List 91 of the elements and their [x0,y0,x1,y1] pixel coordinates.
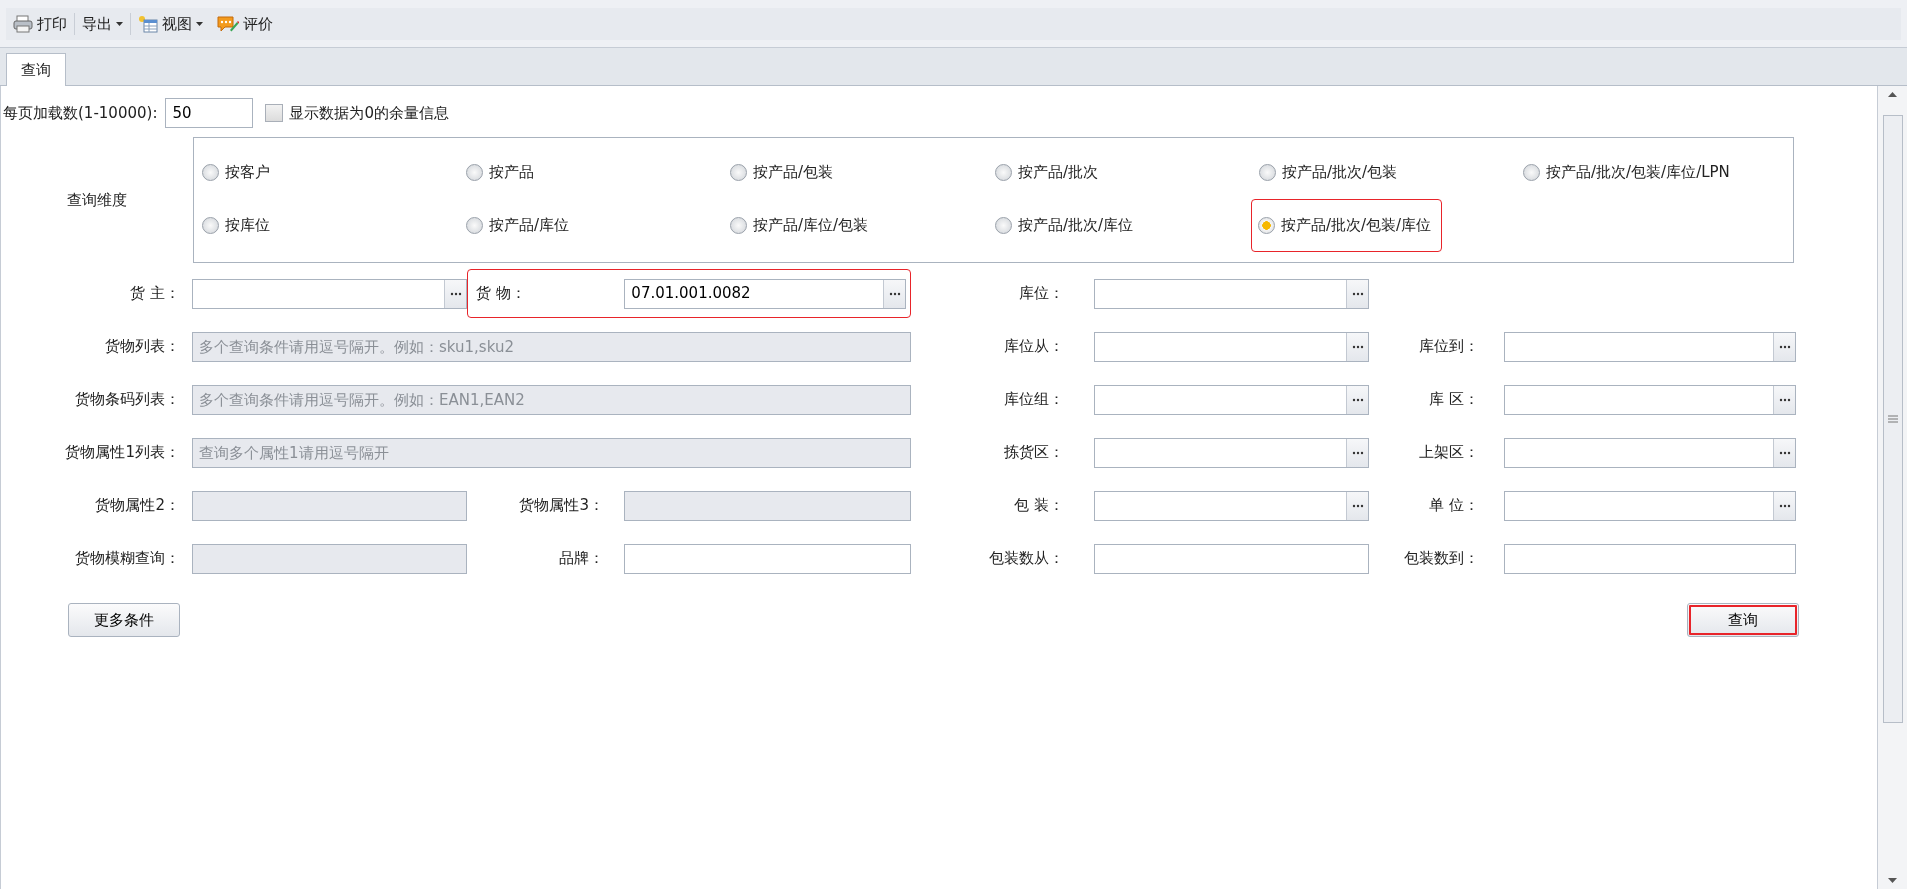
radio-label[interactable]: 按客户 [225,161,270,184]
table-icon [138,15,158,33]
dropdown-button[interactable]: 视图 [131,12,210,36]
radio-label[interactable]: 按产品/包装 [753,161,834,184]
field-label: 货物模糊查询： [74,548,181,570]
toolbar-button[interactable]: 打印 [6,12,74,36]
field-label: 货物属性3： [518,495,605,517]
field-label: 包 装： [1013,495,1065,517]
radio-label[interactable]: 按产品/批次/包装/库位/LPN [1546,161,1730,184]
field-label: 包装数到： [1403,548,1480,570]
input-field[interactable]: 查询多个属性1请用逗号隔开 [192,437,911,468]
input-field[interactable] [1094,543,1369,574]
toolbar-button[interactable]: 评价 [210,12,280,36]
field-label: 货 主： [129,283,181,305]
field-label: 货物列表： [104,336,181,358]
ellipsis-button[interactable] [1346,279,1368,308]
ellipsis-icon [1351,503,1364,508]
field-label: 每页加载数(1-10000): [2,102,159,124]
radio-button[interactable] [1258,217,1275,234]
radio-label[interactable]: 按产品 [489,161,534,184]
ellipsis-icon [1778,450,1791,455]
radio-button[interactable] [466,164,483,181]
field-label: 品牌： [558,548,605,570]
ellipsis-icon [1351,397,1364,402]
input-field[interactable]: 多个查询条件请用逗号隔开。例如：sku1,sku2 [192,331,911,362]
radio-button[interactable] [730,217,747,234]
ellipsis-icon [1351,450,1364,455]
field-label: 库 区： [1428,389,1480,411]
query-button[interactable]: 查询 [1687,603,1799,637]
field-label: 货物属性1列表： [64,442,181,464]
field-label: 单 位： [1428,495,1480,517]
group-label: 查询维度 [66,189,128,211]
radio-label[interactable]: 按产品/批次/包装 [1282,161,1398,184]
radio-button[interactable] [1523,164,1540,181]
ellipsis-button[interactable] [1773,385,1795,414]
radio-label[interactable]: 按产品/库位 [489,214,570,237]
ellipsis-icon [1351,344,1364,349]
printer-icon [13,15,33,33]
ellipsis-icon [1778,397,1791,402]
radio-label[interactable]: 按产品/批次/包装/库位 [1281,214,1432,237]
field-label: 库位： [1018,283,1065,305]
more-button[interactable]: 更多条件 [68,603,180,637]
ellipsis-button[interactable] [883,279,905,308]
field-label: 上架区： [1418,442,1480,464]
radio-button[interactable] [1259,164,1276,181]
radio-button[interactable] [202,217,219,234]
field-label: 货物属性2： [94,495,181,517]
ellipsis-button[interactable] [1346,491,1368,520]
ellipsis-icon [1778,503,1791,508]
comment-icon [217,15,239,33]
radio-label[interactable]: 按产品/批次/库位 [1018,214,1134,237]
field-label: 货物条码列表： [74,389,181,411]
field-label: 库位从： [1003,336,1065,358]
radio-label[interactable]: 按产品/库位/包装 [753,214,869,237]
ellipsis-button[interactable] [1346,385,1368,414]
radio-label[interactable]: 按库位 [225,214,270,237]
scrollbar-thumb[interactable] [1882,115,1903,723]
ellipsis-button[interactable] [1773,332,1795,361]
field-label: 拣货区： [1003,442,1065,464]
ellipsis-button[interactable] [1346,332,1368,361]
field-label: 库位组： [1003,389,1065,411]
scroll-down-icon[interactable] [1888,878,1897,883]
ellipsis-button[interactable] [1346,438,1368,467]
scroll-up-icon[interactable] [1888,92,1897,97]
input-field[interactable]: 50 [165,98,254,128]
checkbox[interactable] [265,104,284,122]
radio-label[interactable]: 按产品/批次 [1018,161,1099,184]
ellipsis-button[interactable] [444,279,466,308]
ellipsis-icon [888,291,901,296]
ellipsis-icon [1778,344,1791,349]
input-field[interactable] [192,490,467,521]
dropdown-button[interactable]: 导出 [75,12,130,36]
input-field[interactable] [1504,543,1796,574]
radio-button[interactable] [202,164,219,181]
input-field[interactable] [192,543,467,574]
ellipsis-icon [1351,291,1364,296]
radio-button[interactable] [995,164,1012,181]
field-label: 包装数从： [988,548,1065,570]
checkbox-label: 显示数据为0的余量信息 [289,102,449,124]
ellipsis-icon [449,291,462,296]
ellipsis-button[interactable] [1773,438,1795,467]
radio-button[interactable] [995,217,1012,234]
ellipsis-button[interactable] [1773,491,1795,520]
radio-button[interactable] [466,217,483,234]
input-field[interactable]: 多个查询条件请用逗号隔开。例如：EAN1,EAN2 [192,384,911,415]
radio-button[interactable] [730,164,747,181]
input-field[interactable] [624,490,911,521]
input-field[interactable] [624,543,911,574]
tab[interactable]: 查询 [6,52,66,86]
field-label: 库位到： [1418,336,1480,358]
field-label: 货 物： [475,283,527,305]
